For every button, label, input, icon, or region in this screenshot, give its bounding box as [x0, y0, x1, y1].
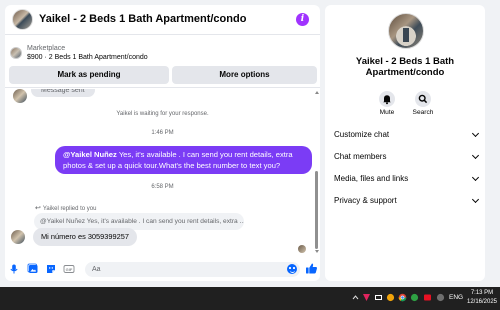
messages-scrollbar[interactable] [314, 91, 320, 255]
info-icon[interactable]: i [296, 13, 309, 26]
windows-taskbar: ENG 7:13 PM 12/16/2025 [0, 287, 500, 310]
search-icon[interactable] [415, 91, 431, 107]
contact-message-avatar [11, 230, 25, 244]
waiting-notice: Yaikel is waiting for your response. [116, 111, 209, 117]
timestamp-divider: 1:46 PM [151, 130, 174, 136]
listing-detail[interactable]: $900 · 2 Beds 1 Bath Apartment/condo [27, 54, 148, 61]
received-message-bubble[interactable]: Mi número es 3059399257 [33, 228, 137, 246]
mute-label: Mute [379, 109, 395, 116]
media-files-links-section[interactable]: Media, files and links [334, 172, 480, 186]
replied-indicator: ↩ Yaikel replied to you [35, 204, 96, 212]
listing-thumbnail[interactable] [10, 47, 22, 59]
mark-as-pending-button[interactable]: Mark as pending [9, 66, 169, 84]
scrollbar-thumb[interactable] [315, 171, 318, 249]
search-label: Search [412, 109, 434, 116]
message-composer: GIF Aa [5, 259, 320, 281]
message-input[interactable]: Aa [85, 262, 300, 277]
scroll-down-arrow-icon[interactable] [315, 250, 319, 253]
privacy-support-section[interactable]: Privacy & support [334, 194, 480, 208]
replied-label: Yaikel replied to you [42, 206, 97, 212]
message-bubble-partial: Message sent [31, 89, 95, 97]
chat-header: Yaikel - 2 Beds 1 Bath Apartment/condo i [5, 5, 320, 35]
chevron-down-icon [471, 195, 480, 204]
app-tray-icon[interactable] [410, 293, 419, 305]
contact-profile-picture[interactable] [388, 13, 424, 49]
chevron-down-icon [471, 173, 480, 182]
thumbs-up-icon[interactable] [305, 262, 317, 274]
conversation-details-panel: Yaikel - 2 Beds 1 Bath Apartment/condo M… [325, 5, 485, 281]
app-tray-icon[interactable] [423, 293, 432, 305]
chat-title[interactable]: Yaikel - 2 Beds 1 Bath Apartment/condo [39, 13, 246, 25]
chevron-down-icon [471, 129, 480, 138]
chat-members-section[interactable]: Chat members [334, 150, 480, 164]
sent-message-bubble[interactable]: @Yaikel Nuñez Yes, it's available . I ca… [55, 146, 312, 174]
bell-icon[interactable] [379, 91, 395, 107]
section-label: Privacy & support [334, 196, 397, 205]
customize-chat-section[interactable]: Customize chat [334, 128, 480, 142]
chrome-icon[interactable] [398, 293, 407, 305]
mention-text: @Yaikel Nuñez [63, 150, 117, 159]
marketplace-label: Marketplace [27, 45, 66, 52]
contact-message-avatar [13, 89, 27, 103]
system-clock[interactable]: 7:13 PM 12/16/2025 [462, 289, 500, 307]
timestamp-divider: 6:58 PM [151, 184, 174, 190]
sticker-icon[interactable] [45, 263, 57, 275]
photo-icon[interactable] [27, 263, 39, 275]
contact-avatar[interactable] [12, 9, 33, 30]
more-options-button[interactable]: More options [172, 66, 317, 84]
mute-action[interactable]: Mute [367, 91, 407, 116]
app-tray-icon[interactable] [362, 293, 371, 305]
section-label: Media, files and links [334, 174, 409, 183]
marketplace-listing: Marketplace $900 · 2 Beds 1 Bath Apartme… [5, 36, 320, 88]
scroll-up-arrow-icon[interactable] [315, 91, 319, 94]
clock-date: 12/16/2025 [466, 299, 498, 305]
section-label: Chat members [334, 152, 387, 161]
chat-panel: Yaikel - 2 Beds 1 Bath Apartment/condo i… [5, 5, 320, 281]
emoji-icon[interactable] [287, 264, 297, 274]
message-list: Message sent Yaikel is waiting for your … [5, 89, 320, 257]
chevron-up-icon[interactable] [351, 293, 360, 305]
gif-icon[interactable]: GIF [63, 263, 75, 275]
contact-name: Yaikel - 2 Beds 1 Bath Apartment/condo [355, 56, 455, 78]
app-tray-icon[interactable] [374, 293, 383, 305]
seen-avatar [298, 245, 306, 253]
app-tray-icon[interactable] [386, 293, 395, 305]
svg-text:GIF: GIF [66, 267, 73, 272]
section-label: Customize chat [334, 130, 390, 139]
clock-time: 7:13 PM [470, 290, 494, 296]
chevron-down-icon [471, 151, 480, 160]
reply-arrow-icon: ↩ [35, 205, 41, 212]
language-indicator[interactable]: ENG [449, 294, 463, 301]
search-action[interactable]: Search [403, 91, 443, 116]
microphone-icon[interactable] [8, 263, 20, 275]
app-tray-icon[interactable] [436, 293, 445, 305]
